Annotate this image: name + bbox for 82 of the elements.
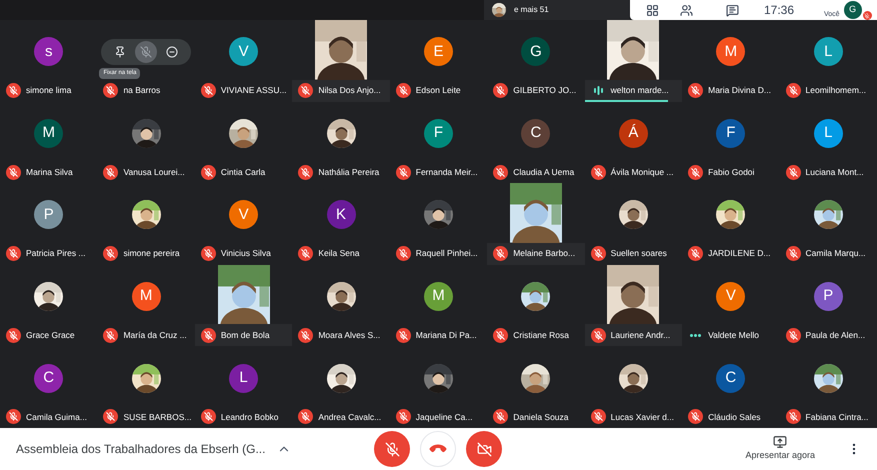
participant-avatar: L xyxy=(229,364,258,393)
self-avatar: G xyxy=(844,1,862,19)
participant-name: simone pereira xyxy=(123,247,180,260)
participant-name: Mariana Di Pa... xyxy=(416,329,477,342)
participant-name: Valdete Mello xyxy=(708,329,759,342)
participant-name: Melaine Barbo... xyxy=(513,247,576,260)
mic-off-icon xyxy=(140,46,152,58)
participant-avatar: V xyxy=(229,37,258,66)
present-button[interactable]: Apresentar agora xyxy=(745,435,815,463)
participant-name: Daniela Souza xyxy=(513,410,569,424)
participant-name: Cláudio Sales xyxy=(708,410,761,424)
participant-avatar: V xyxy=(229,200,258,230)
participant-name: Ávila Monique ... xyxy=(610,166,674,179)
mute-button[interactable] xyxy=(135,40,158,63)
participant-name: Lucas Xavier d... xyxy=(610,410,674,424)
participant-name: Bom de Bola xyxy=(220,329,270,342)
notification-text: e mais 51 xyxy=(514,4,549,16)
camera-off-icon xyxy=(476,442,492,456)
pin-icon xyxy=(114,46,126,58)
participant-name: Edson Leite xyxy=(416,84,461,97)
participant-name: Jaqueline Ca... xyxy=(416,410,472,424)
microphone-button[interactable] xyxy=(374,431,410,467)
clock-time: 17:36 xyxy=(764,2,796,19)
participant-avatar: F xyxy=(716,118,746,148)
participant-avatar: M xyxy=(34,118,64,148)
participant-name: Lauriene Andr... xyxy=(610,329,670,342)
participant-name: Vinicius Silva xyxy=(220,247,271,260)
participant-name: welton marde... xyxy=(610,84,669,97)
participant-name: Cristiane Rosa xyxy=(513,329,569,342)
participant-name: GILBERTO JO... xyxy=(513,84,576,97)
present-screen-icon xyxy=(773,435,788,450)
minus-circle-icon xyxy=(166,46,178,58)
participant-name: Nilsa Dos Anjo... xyxy=(318,84,381,97)
participant-name: Keila Sena xyxy=(318,247,360,260)
participant-avatar: C xyxy=(716,364,746,393)
participant-name: Leomilhomem... xyxy=(806,84,866,97)
participant-avatar: G xyxy=(521,37,550,66)
participant-name: Vanusa Lourei... xyxy=(123,166,185,179)
mic-off-icon xyxy=(384,442,400,456)
participant-name: Cintia Carla xyxy=(220,166,266,179)
participant-avatar: M xyxy=(132,282,161,312)
participant-avatar: P xyxy=(814,282,843,312)
participant-name: Andrea Cavalc... xyxy=(318,410,382,424)
participant-avatar: C xyxy=(521,118,550,148)
participant-name: Fabiana Cintra... xyxy=(806,410,868,424)
camera-button[interactable] xyxy=(466,431,502,467)
participant-name: Luciana Mont... xyxy=(806,166,864,179)
participant-name: Raquell Pinhei... xyxy=(416,247,478,260)
participant-name: Moara Alves S... xyxy=(318,329,380,342)
hang-up-button[interactable] xyxy=(420,431,456,467)
participant-name: Maria Divina D... xyxy=(708,84,771,97)
participant-name: Fernanda Meir... xyxy=(416,166,478,179)
participant-name: Paula de Alen... xyxy=(806,329,866,342)
participant-name: Grace Grace xyxy=(26,329,75,342)
participant-name: VIVIANE ASSU... xyxy=(220,84,287,97)
participant-avatar: C xyxy=(34,364,64,393)
participant-avatar: M xyxy=(424,282,453,312)
participant-name: Suellen soares xyxy=(610,247,667,260)
participant-avatar: L xyxy=(814,118,843,148)
participant-name: JARDILENE D... xyxy=(708,247,770,260)
participant-avatar: E xyxy=(424,37,453,66)
participant-name: simone lima xyxy=(26,84,72,97)
meeting-title: Assembleia dos Trabalhadores da Ebserh (G... xyxy=(16,441,266,458)
participant-avatar: M xyxy=(716,37,746,66)
participant-name: Leandro Bobko xyxy=(220,410,279,424)
participant-name: María da Cruz ... xyxy=(123,329,187,342)
participant-name: Patricia Pires ... xyxy=(26,247,86,260)
participant-avatar: L xyxy=(814,37,843,66)
participant-name: Marina Silva xyxy=(26,166,73,179)
participant-avatar: V xyxy=(716,282,746,312)
participant-name: Camila Marqu... xyxy=(806,247,866,260)
participant-avatar: K xyxy=(326,200,356,230)
participant-name: na Barros xyxy=(123,84,160,97)
participant-name: Nathália Pereira xyxy=(318,166,380,179)
participant-name: Claudia A Uema xyxy=(513,166,574,179)
participant-avatar: s xyxy=(34,37,64,66)
participant-name: Fabio Godoi xyxy=(708,166,754,179)
participant-avatar: Á xyxy=(618,118,648,148)
participant-name: SUSE BARBOS... xyxy=(123,410,192,424)
participant-name: Camila Guima... xyxy=(26,410,87,424)
participant-avatar: P xyxy=(34,200,64,230)
participant-avatar: F xyxy=(424,118,453,148)
